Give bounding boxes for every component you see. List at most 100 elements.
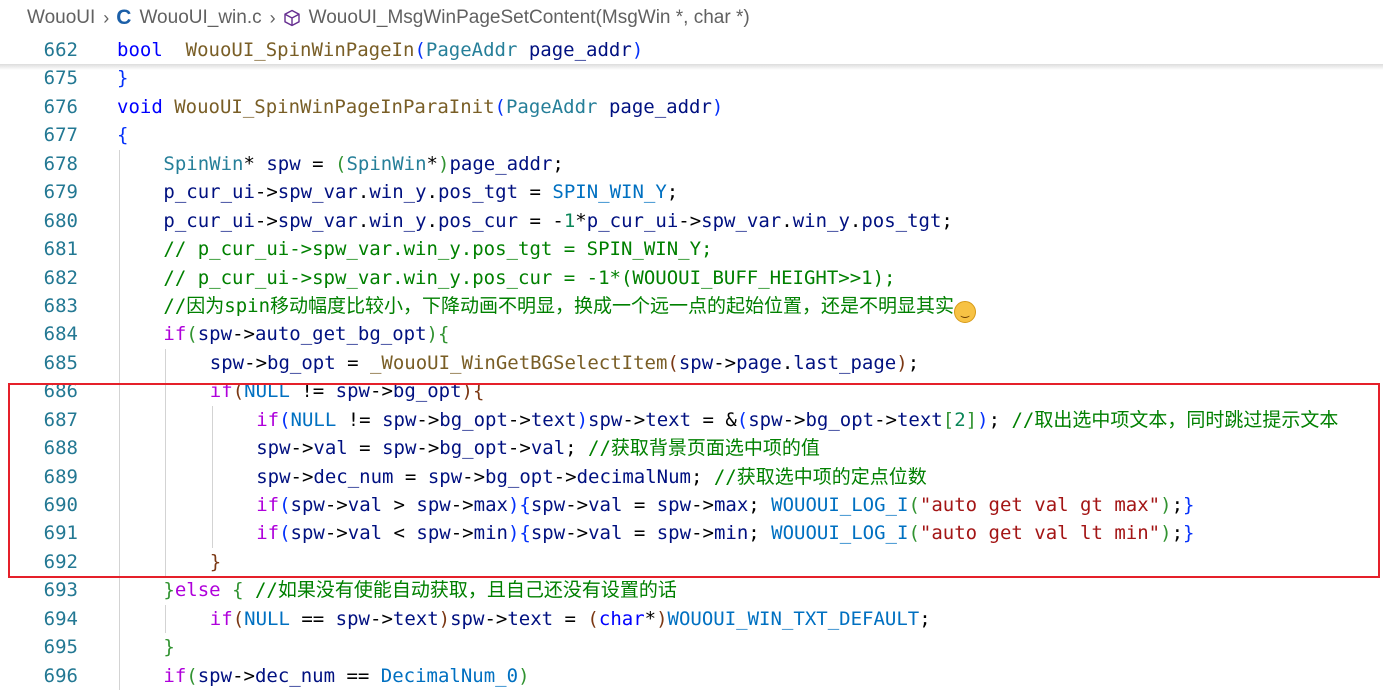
code-line[interactable]: 662 bool WouoUI_SpinWinPageIn(PageAddr pa… — [0, 36, 1383, 64]
indent-guide — [119, 178, 120, 207]
code-token: ( — [232, 607, 245, 630]
code-line[interactable]: 679 p_cur_ui->spw_var.win_y.pos_tgt = SPI… — [0, 178, 1383, 207]
code-token: -> — [553, 465, 577, 488]
code-token: = — [553, 607, 588, 630]
code-token: min — [713, 522, 749, 545]
code-token: } — [163, 579, 175, 602]
code-token: = — [518, 181, 553, 204]
code-token: pos_tgt — [861, 209, 942, 232]
code-token: ) — [711, 95, 724, 118]
code-token: ( — [186, 664, 198, 687]
code-line[interactable]: 683 //因为spin移动幅度比较小，下降动画不明显，换成一个远一点的起始位置，… — [0, 291, 1383, 323]
code-token: page_addr — [528, 39, 632, 61]
code-token: { — [472, 380, 485, 403]
breadcrumb-symbol[interactable]: WouoUI_MsgWinPageSetContent(MsgWin *, ch… — [283, 7, 750, 29]
code-token: -> — [484, 607, 508, 630]
code-token: if — [163, 664, 187, 687]
code-token: -> — [244, 351, 268, 374]
code-line[interactable]: 680 p_cur_ui->spw_var.win_y.pos_cur = -1*… — [0, 206, 1383, 236]
code-line[interactable]: 686 if(NULL != spw->bg_opt){ — [0, 377, 1383, 406]
code-token: * — [644, 607, 657, 630]
indent-guide — [165, 348, 167, 378]
breadcrumb: WouoUI › C WouoUI_win.c › WouoUI_MsgWinP… — [0, 0, 1383, 36]
code-line[interactable]: 684 if(spw->auto_get_bg_opt){ — [0, 320, 1383, 349]
code-text: spw->bg_opt = _WouoUI_WinGetBGSelectItem… — [210, 349, 919, 377]
code-token: ) — [426, 323, 438, 346]
code-line[interactable]: 685 spw->bg_opt = _WouoUI_WinGetBGSelectI… — [0, 348, 1383, 378]
code-token: { — [438, 323, 450, 346]
code-line[interactable]: 689 spw->dec_num = spw->bg_opt->decimalNu… — [0, 462, 1383, 491]
indent-guide — [165, 519, 167, 548]
code-line[interactable]: 681 // p_cur_ui->spw_var.win_y.pos_tgt = … — [0, 235, 1383, 264]
code-token: ) — [631, 39, 644, 61]
code-text: if(spw->val > spw->max){spw->val = spw->… — [256, 491, 1194, 519]
code-token: ) — [518, 664, 530, 687]
code-token: bg_opt — [392, 380, 462, 403]
code-token: spw — [209, 351, 245, 374]
breadcrumb-file[interactable]: C WouoUI_win.c — [116, 6, 261, 30]
indent-guide — [119, 633, 120, 662]
code-token: ; — [666, 181, 679, 204]
code-line[interactable]: 691 if(spw->val < spw->min){spw->val = sp… — [0, 519, 1383, 548]
code-line[interactable]: 690 if(spw->val > spw->max){spw->val = sp… — [0, 491, 1383, 520]
code-token: //因为spin移动幅度比较小，下降动画不明显，换成一个远一点的起始位置，还是不… — [163, 294, 955, 317]
code-token: ; — [565, 437, 589, 460]
code-token: -> — [782, 408, 806, 431]
code-token: text — [392, 607, 439, 630]
code-token: spw — [335, 380, 370, 403]
code-line[interactable]: 678 SpinWin* spw = (SpinWin*)page_addr; — [0, 149, 1383, 179]
code-editor[interactable]: 662 bool WouoUI_SpinWinPageIn(PageAddr pa… — [0, 36, 1383, 691]
code-line[interactable]: 682 // p_cur_ui->spw_var.win_y.pos_cur = … — [0, 263, 1383, 292]
code-token: ( — [908, 522, 920, 545]
breadcrumb-folder[interactable]: WouoUI — [27, 7, 95, 29]
code-token: 1 — [563, 209, 576, 232]
code-token: -> — [324, 522, 348, 545]
code-token: -> — [874, 408, 897, 431]
code-line[interactable]: 696 if(spw->dec_num == DecimalNum_0) — [0, 661, 1383, 691]
code-token: spw — [197, 664, 233, 687]
code-token: ; — [748, 494, 772, 516]
code-token: ; — [690, 465, 714, 488]
code-line[interactable]: 695} — [0, 633, 1383, 662]
code-text: p_cur_ui->spw_var.win_y.pos_cur = -1*p_c… — [163, 207, 952, 235]
code-token: spw — [335, 607, 370, 630]
code-token: - — [552, 209, 564, 232]
code-token: * — [426, 152, 438, 175]
code-line[interactable]: 693}else { //如果没有使能自动获取，且自己还没有设置的话 — [0, 576, 1383, 605]
code-text: p_cur_ui->spw_var.win_y.pos_tgt = SPIN_W… — [163, 178, 678, 206]
code-token: -> — [254, 209, 278, 232]
code-text: if(NULL != spw->bg_opt){ — [210, 377, 485, 405]
code-token: = — [518, 209, 553, 232]
code-token: spw — [256, 437, 291, 460]
code-token: pos_tgt — [437, 181, 519, 204]
code-text: if(spw->val < spw->min){spw->val = spw->… — [256, 519, 1194, 547]
code-token: val — [347, 522, 383, 545]
code-line[interactable]: 694 if(NULL == spw->text)spw->text = (cha… — [0, 604, 1383, 634]
code-line[interactable]: 688 spw->val = spw->bg_opt->val; //获取背景页面… — [0, 434, 1383, 463]
line-number: 676 — [43, 95, 78, 118]
code-line[interactable]: 692} — [0, 547, 1383, 577]
code-token: = — [622, 522, 657, 545]
code-token: ) — [461, 380, 473, 403]
code-token: ] — [965, 408, 978, 431]
code-token: > — [382, 494, 417, 516]
code-token: } — [1183, 494, 1195, 516]
code-line[interactable]: 687 if(NULL != spw->bg_opt->text)spw->tex… — [0, 405, 1383, 435]
line-number: 684 — [43, 323, 78, 346]
code-token: else — [174, 579, 221, 602]
code-token: ( — [279, 522, 291, 545]
code-line[interactable]: 676 void WouoUI_SpinWinPageInParaInit(Pag… — [0, 93, 1383, 121]
code-token: -> — [290, 465, 314, 488]
code-token: ; — [919, 607, 931, 630]
line-number: 691 — [43, 522, 78, 545]
code-token: -> — [622, 408, 646, 431]
code-token: //获取背景页面选中项的值 — [588, 437, 820, 460]
code-token: spw — [382, 437, 417, 460]
code-text: void WouoUI_SpinWinPageInParaInit(PageAd… — [117, 93, 723, 121]
indent-guide — [211, 519, 213, 548]
code-token: . — [426, 181, 438, 204]
code-token: != — [289, 380, 336, 403]
code-line[interactable]: 677 { — [0, 121, 1383, 149]
code-token: spw — [450, 607, 485, 630]
code-token: = — [300, 152, 336, 175]
